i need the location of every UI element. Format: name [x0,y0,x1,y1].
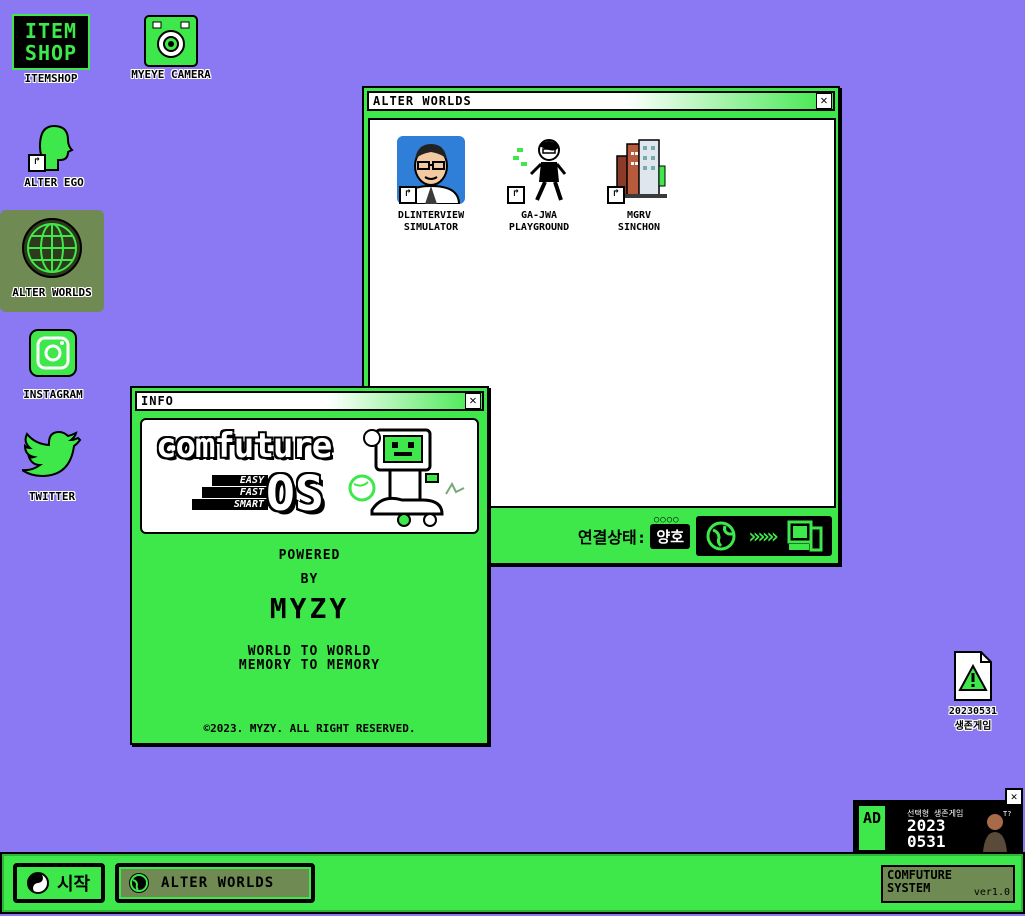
instagram-icon [28,328,78,378]
slogan-line1: WORLD TO WORLD [247,644,372,659]
desktop-icon-label: TWITTER [28,490,76,503]
brand-name: MYZY [269,592,350,625]
alter-ego-icon: ↱ [24,122,84,174]
warning-file-icon [951,650,995,702]
copyright: ©2023. MYZY. ALL RIGHT RESERVED. [203,722,416,735]
svg-text:T?: T? [1003,810,1011,818]
ad-close-icon[interactable]: ✕ [1005,788,1023,806]
desktop-icon-itemshop[interactable]: ITEM SHOP ITEMSHOP [10,14,92,85]
window-titlebar[interactable]: INFO ✕ [135,391,484,411]
globe-icon [129,873,149,893]
shortcut-arrow-icon: ↱ [399,186,417,204]
desktop-icon-alter-worlds[interactable]: ALTER WORLDS [0,210,104,312]
globe-icon [706,521,736,551]
info-window[interactable]: INFO ✕ comfuture EASY FAST SMART OS POWE… [130,386,489,745]
app-dlinterview-simulator[interactable]: ↱ DLINTERVIEW SIMULATOR [386,136,476,234]
yinyang-logo-icon [27,872,49,894]
tagline-smart: SMART [192,499,268,510]
runner-girl-icon: ↱ [505,136,573,204]
system-line2: SYSTEM [887,881,931,895]
shortcut-arrow-icon: ↱ [607,186,625,204]
robot-mascot-icon [348,428,465,527]
file-label-line2: 생존게임 [954,721,992,732]
shortcut-arrow-icon: ↱ [507,186,525,204]
app-label-line2: PLAYGROUND [508,222,570,233]
slogan-line2: MEMORY TO MEMORY [238,658,381,673]
connection-status-value: 양호 [650,523,690,549]
desktop-icon-myeye-camera[interactable]: MYEYE CAMERA [118,14,224,81]
window-titlebar[interactable]: ALTER WORLDS ✕ [367,91,835,111]
ad-tag: AD [859,806,885,850]
logo-os: OS [266,466,324,522]
app-label-line1: MGRV [626,210,652,221]
comfuture-os-banner: comfuture EASY FAST SMART OS [140,418,479,534]
itemshop-icon: ITEM SHOP [12,14,90,70]
window-title: ALTER WORLDS [373,94,472,108]
tagline-fast: FAST [202,487,268,498]
globe-icon [20,216,84,280]
task-alter-worlds[interactable]: ALTER WORLDS [115,863,315,903]
app-label-line2: SINCHON [617,222,661,233]
app-mgrv-sinchon[interactable]: ↱ MGRV SINCHON [594,136,684,234]
logo-word: comfuture [156,426,332,466]
desktop-file-warning[interactable]: 20230531 생존게임 [944,650,1002,732]
taskbar: 시작 ALTER WORLDS COMFUTURE SYSTEM ver1.0 [0,852,1025,914]
system-info: COMFUTURE SYSTEM ver1.0 [881,865,1015,903]
version: ver1.0 [973,887,1010,898]
app-gajwa-playground[interactable]: ↱ GA-JWA PLAYGROUND [494,136,584,234]
start-label: 시작 [57,874,91,895]
app-label-line2: SIMULATOR [403,222,459,233]
twitter-icon [21,430,82,484]
desktop-icon-label: INSTAGRAM [23,388,83,401]
desktop-icon-instagram[interactable]: INSTAGRAM [12,328,94,401]
desktop-icon-alter-ego[interactable]: ↱ ALTER EGO [14,122,94,189]
start-button[interactable]: 시작 [13,863,105,903]
desktop-icon-label: MYEYE CAMERA [131,68,211,81]
ad-widget[interactable]: AD 선택형 생존게임 2023 0531 T? ✕ [853,788,1023,856]
desktop-icon-label: ALTER WORLDS [12,286,92,299]
connection-status: 연결상태: ○○○○ 양호 »»» [578,515,832,557]
connection-status-label: 연결상태: [577,528,647,547]
computer-icon [787,520,822,552]
ad-date: 0531 [907,832,946,851]
transfer-arrows-icon: »»» [748,524,778,548]
camera-icon [143,14,199,67]
tagline-list: EASY FAST SMART [192,474,268,511]
city-building-icon: ↱ [605,136,673,204]
powered-label: POWERED [278,548,341,563]
app-label-line1: GA-JWA [520,210,558,221]
close-icon[interactable]: ✕ [465,393,481,409]
tagline-easy: EASY [212,475,268,486]
interviewer-avatar-icon: ↱ [397,136,465,205]
window-title: INFO [141,394,174,408]
signal-dots: ○○○○ [653,515,680,525]
by-label: BY [300,572,319,587]
person-portrait-icon: T? [983,810,1011,852]
shortcut-arrow-icon: ↱ [28,154,46,172]
desktop-icon-label: ALTER EGO [24,176,84,189]
task-label: ALTER WORLDS [161,875,275,891]
desktop-icon-label: ITEMSHOP [24,72,78,85]
desktop-icon-twitter[interactable]: TWITTER [14,430,90,503]
app-label-line1: DLINTERVIEW [397,210,465,221]
network-panel: »»» [696,516,832,556]
file-label-line1: 20230531 [948,706,998,717]
close-icon[interactable]: ✕ [816,93,832,109]
